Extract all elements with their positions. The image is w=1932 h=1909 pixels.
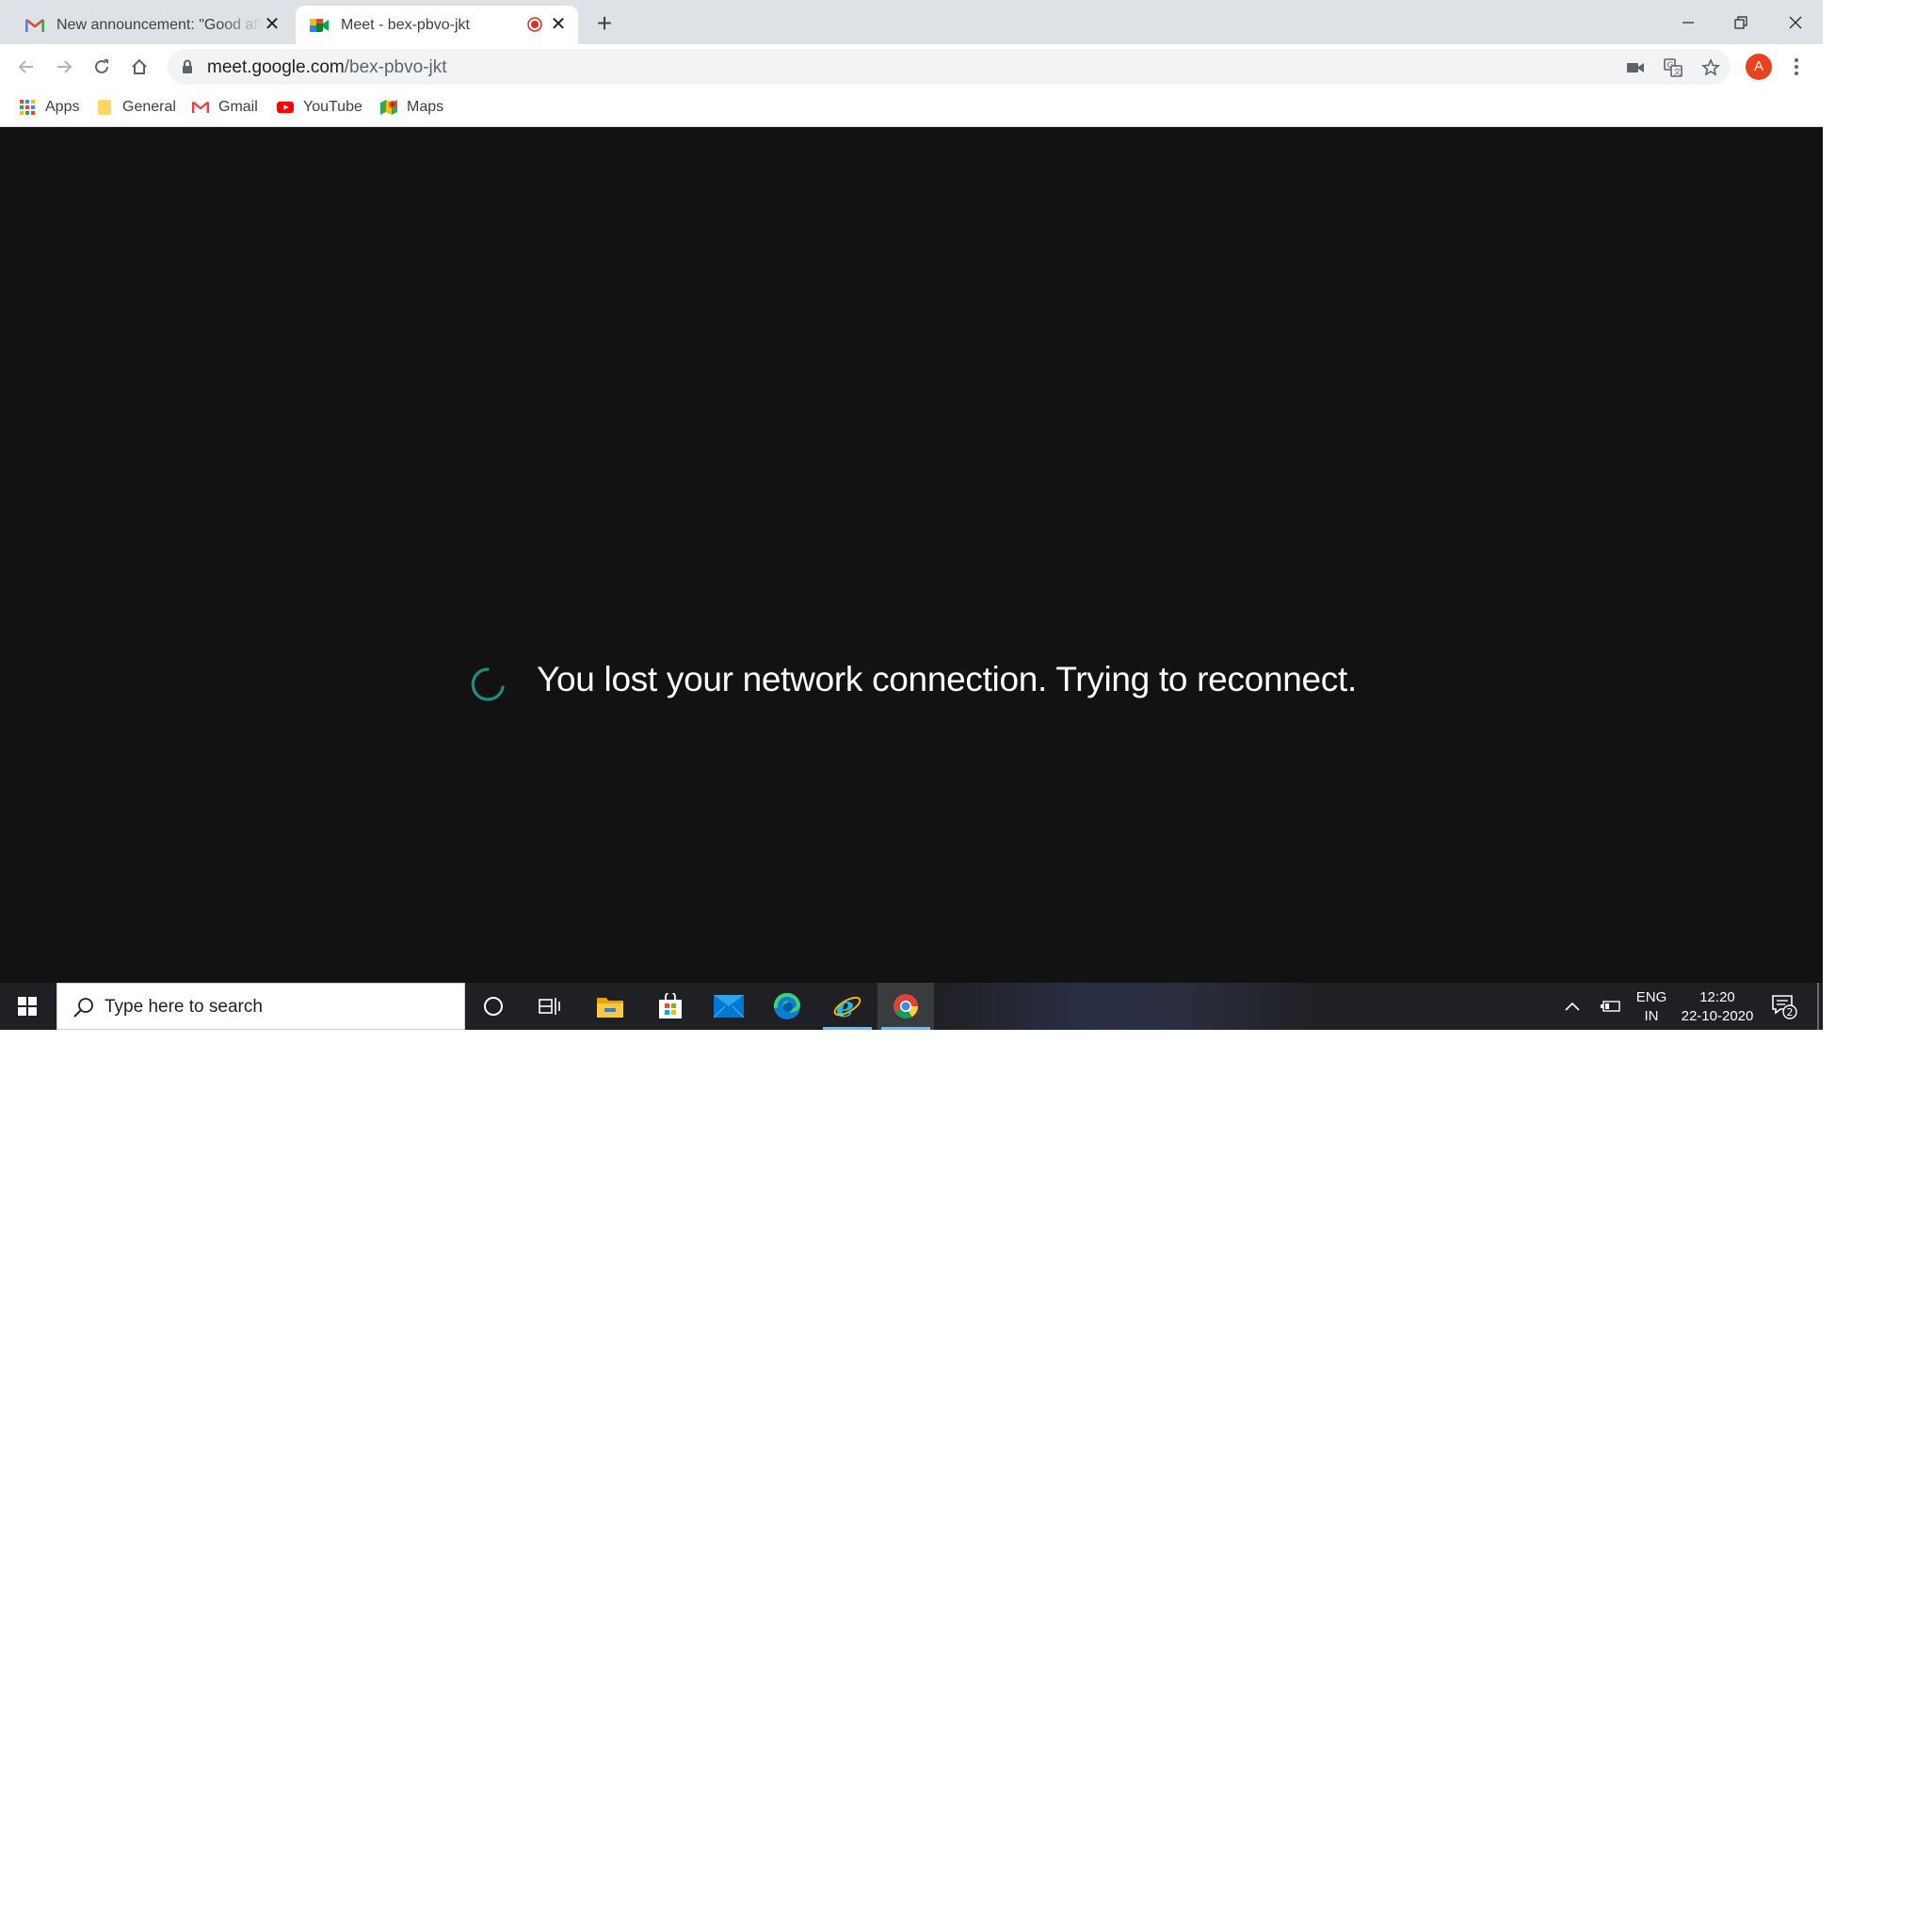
input-language-indicator[interactable]: ENG IN	[1627, 988, 1676, 1026]
action-center-icon[interactable]: 2	[1770, 992, 1798, 1020]
windows-taskbar: Type here to search e ENG IN 12:20 22-10…	[0, 983, 1823, 1030]
task-view-icon[interactable]	[522, 983, 578, 1030]
edge-icon[interactable]	[759, 983, 815, 1030]
close-tab-icon[interactable]: ✕	[548, 14, 569, 35]
tab-gmail[interactable]: New announcement: "Good afternoon" ✕	[11, 6, 292, 44]
reconnect-message: You lost your network connection. Trying…	[537, 660, 1357, 698]
bookmark-label: Apps	[45, 99, 80, 115]
camera-icon[interactable]	[1625, 57, 1646, 78]
url-text: meet.google.com/bex-pbvo-jkt	[207, 57, 447, 78]
tab-title: Meet - bex-pbvo-jkt	[341, 16, 470, 33]
recording-indicator-icon	[527, 17, 542, 32]
gmail-icon	[24, 15, 45, 36]
file-explorer-icon[interactable]	[582, 983, 638, 1030]
mail-icon[interactable]	[700, 983, 757, 1030]
tab-title: New announcement: "Good afternoon"	[56, 16, 262, 33]
meet-content-area: You lost your network connection. Trying…	[0, 127, 1823, 983]
back-arrow-icon[interactable]	[11, 52, 41, 82]
meet-icon	[309, 15, 330, 36]
forward-arrow-icon[interactable]	[49, 52, 79, 82]
tab-strip: New announcement: "Good afternoon" ✕ Mee…	[0, 0, 1823, 44]
notification-count: 2	[1787, 1006, 1794, 1019]
search-icon	[73, 998, 93, 1018]
reload-icon[interactable]	[87, 52, 117, 82]
system-clock[interactable]: 12:20 22-10-2020	[1676, 988, 1759, 1026]
url-host: meet.google.com	[207, 57, 345, 77]
show-desktop-button[interactable]	[1817, 983, 1819, 1030]
taskbar-search-box[interactable]: Type here to search	[56, 983, 465, 1030]
translate-icon[interactable]: G文	[1663, 57, 1683, 78]
clock-time: 12:20	[1699, 989, 1735, 1005]
bookmark-youtube[interactable]: YouTube	[277, 96, 362, 119]
show-hidden-icons-chevron-icon[interactable]	[1559, 983, 1586, 1030]
tab-meet[interactable]: Meet - bex-pbvo-jkt ✕	[296, 6, 578, 44]
windows-start-icon[interactable]	[0, 983, 55, 1030]
url-path: /bex-pbvo-jkt	[344, 57, 447, 77]
new-tab-button[interactable]: +	[591, 10, 618, 38]
region-code: IN	[1644, 1008, 1659, 1024]
lock-icon	[183, 59, 192, 73]
close-tab-icon[interactable]: ✕	[262, 14, 282, 35]
profile-avatar[interactable]: A	[1746, 54, 1772, 80]
battery-icon[interactable]	[1597, 983, 1625, 1030]
screen: New announcement: "Good afternoon" ✕ Mee…	[0, 0, 1823, 1030]
bookmarks-bar: Apps General Gmail YouTube Maps	[0, 88, 1823, 127]
bookmark-general[interactable]: General	[96, 96, 176, 119]
maps-icon	[380, 99, 397, 116]
bookmark-label: YouTube	[303, 99, 362, 115]
close-window-button[interactable]	[1768, 4, 1823, 41]
bookmark-label: Gmail	[218, 99, 258, 115]
internet-explorer-icon[interactable]: e	[819, 983, 876, 1030]
apps-grid-icon	[19, 99, 36, 116]
language-code: ENG	[1635, 989, 1667, 1005]
bookmark-maps[interactable]: Maps	[380, 96, 443, 119]
folder-icon	[96, 99, 113, 116]
loading-spinner-icon	[471, 667, 505, 701]
gmail-icon	[192, 99, 209, 116]
cortana-icon[interactable]	[465, 983, 522, 1030]
clock-date: 22-10-2020	[1681, 1008, 1754, 1024]
restore-button[interactable]	[1714, 4, 1768, 41]
svg-text:文: 文	[1674, 67, 1682, 76]
kebab-menu-icon[interactable]	[1787, 54, 1806, 80]
minimize-button[interactable]	[1661, 4, 1715, 41]
bookmark-star-icon[interactable]	[1700, 57, 1721, 78]
bookmark-gmail[interactable]: Gmail	[192, 96, 258, 119]
bookmark-label: General	[122, 99, 176, 115]
youtube-icon	[277, 99, 294, 116]
taskbar-glow	[942, 983, 1318, 1030]
store-icon[interactable]	[642, 983, 699, 1030]
chrome-icon[interactable]	[877, 983, 934, 1030]
address-bar[interactable]: meet.google.com/bex-pbvo-jkt G文	[168, 49, 1731, 85]
browser-toolbar: meet.google.com/bex-pbvo-jkt G文 A	[0, 44, 1823, 88]
bookmark-apps[interactable]: Apps	[19, 96, 79, 119]
home-icon[interactable]	[124, 52, 154, 82]
bookmark-label: Maps	[407, 99, 444, 115]
search-placeholder: Type here to search	[105, 997, 263, 1017]
